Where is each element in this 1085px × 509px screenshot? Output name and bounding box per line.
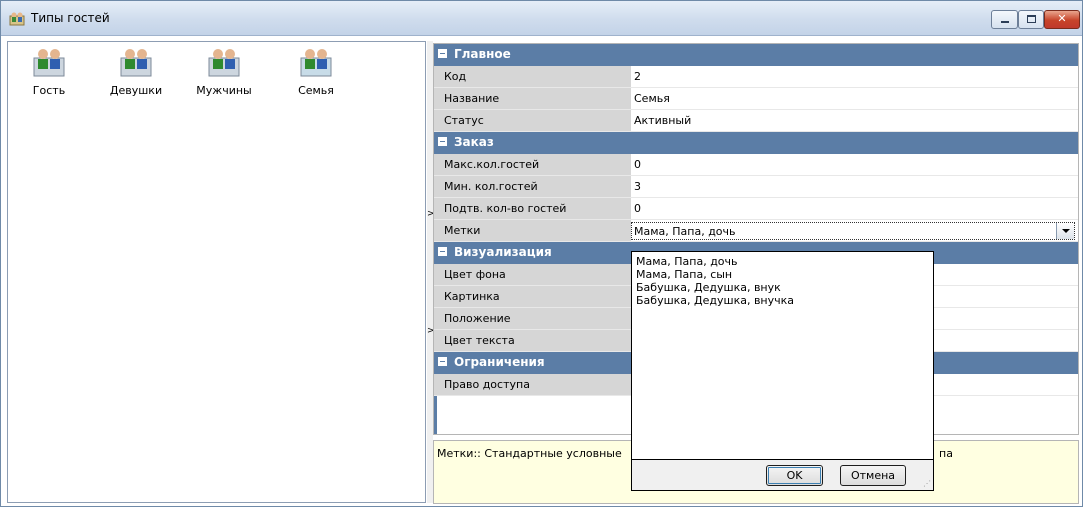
guests-icon [33, 49, 65, 77]
collapse-icon[interactable] [438, 247, 447, 256]
list-item[interactable]: Бабушка, Дедушка, внучка [632, 294, 933, 307]
property-key: Подтв. кол-во гостей [434, 198, 631, 220]
category-label: Ограничения [454, 355, 545, 369]
list-item[interactable]: Мама, Папа, дочь [632, 255, 933, 268]
guest-type-label: Девушки [109, 84, 163, 97]
main-window: Типы гостей ✕ Гость Девушки Мужчины Семь… [0, 0, 1083, 507]
property-row[interactable]: Подтв. кол-во гостей 0 [434, 198, 1078, 220]
category-order[interactable]: Заказ [434, 132, 1078, 154]
tags-combobox[interactable]: Мама, Папа, дочь [631, 222, 1075, 240]
guest-type-label: Гость [32, 84, 66, 97]
category-label: Заказ [454, 135, 494, 149]
property-value[interactable]: Активный [631, 110, 1078, 132]
property-key: Статус [434, 110, 631, 132]
close-button[interactable]: ✕ [1044, 10, 1080, 29]
category-label: Главное [454, 47, 511, 61]
maximize-button[interactable] [1018, 10, 1044, 29]
property-key: Макс.кол.гостей [434, 154, 631, 176]
property-row[interactable]: Макс.кол.гостей 0 [434, 154, 1078, 176]
tags-dropdown[interactable]: Мама, Папа, дочь Мама, Папа, сын Бабушка… [631, 251, 934, 491]
property-value[interactable]: 3 [631, 176, 1078, 198]
list-item[interactable]: Мама, Папа, сын [632, 268, 933, 281]
property-key: Право доступа [434, 374, 631, 396]
guests-icon [300, 49, 332, 77]
property-row[interactable]: Метки Мама, Папа, дочь [434, 220, 1078, 242]
property-key: Мин. кол.гостей [434, 176, 631, 198]
guest-types-list[interactable]: Гость Девушки Мужчины Семья [7, 41, 426, 503]
title-bar[interactable]: Типы гостей ✕ [1, 1, 1082, 36]
tags-option-list[interactable]: Мама, Папа, дочь Мама, Папа, сын Бабушка… [632, 252, 933, 460]
property-row[interactable]: Статус Активный [434, 110, 1078, 132]
property-row[interactable]: Название Семья [434, 88, 1078, 110]
resize-grip-icon[interactable]: ⋰ [923, 479, 931, 488]
property-key: Картинка [434, 286, 631, 308]
guest-type-label: Мужчины [196, 84, 252, 97]
guest-type-label: Семья [298, 84, 334, 97]
property-value[interactable]: 0 [631, 154, 1078, 176]
guest-type-item[interactable]: Семья [286, 44, 346, 97]
collapse-icon[interactable] [438, 49, 447, 58]
minimize-button[interactable] [991, 10, 1018, 29]
guest-type-item[interactable]: Мужчины [194, 44, 254, 97]
cancel-button[interactable]: Отмена [840, 465, 906, 486]
guests-icon [9, 12, 25, 26]
property-key: Название [434, 88, 631, 110]
property-key: Код [434, 66, 631, 88]
window-title: Типы гостей [31, 11, 110, 25]
maximize-icon [1027, 15, 1036, 23]
property-value[interactable]: Семья [631, 88, 1078, 110]
collapse-icon[interactable] [438, 137, 447, 146]
property-row[interactable]: Код 2 [434, 66, 1078, 88]
guest-type-item[interactable]: Девушки [106, 44, 166, 97]
collapse-icon[interactable] [438, 357, 447, 366]
ok-button[interactable]: OK [766, 465, 823, 486]
category-main[interactable]: Главное [434, 44, 1078, 66]
guests-icon [120, 49, 152, 77]
tags-combobox-value: Мама, Папа, дочь [634, 225, 736, 238]
minimize-icon [1001, 21, 1009, 23]
property-key: Цвет текста [434, 330, 631, 352]
category-label: Визуализация [454, 245, 552, 259]
description-text-tail: па [939, 447, 953, 460]
property-value[interactable]: 2 [631, 66, 1078, 88]
property-row[interactable]: Мин. кол.гостей 3 [434, 176, 1078, 198]
chevron-down-icon[interactable] [1056, 223, 1074, 239]
property-key: Положение [434, 308, 631, 330]
guests-icon [208, 49, 240, 77]
description-text: Метки:: Стандартные условные [437, 447, 622, 460]
list-item[interactable]: Бабушка, Дедушка, внук [632, 281, 933, 294]
close-icon: ✕ [1057, 12, 1067, 25]
property-key: Метки [434, 220, 631, 242]
property-value[interactable]: 0 [631, 198, 1078, 220]
guest-type-item[interactable]: Гость [19, 44, 79, 97]
property-key: Цвет фона [434, 264, 631, 286]
